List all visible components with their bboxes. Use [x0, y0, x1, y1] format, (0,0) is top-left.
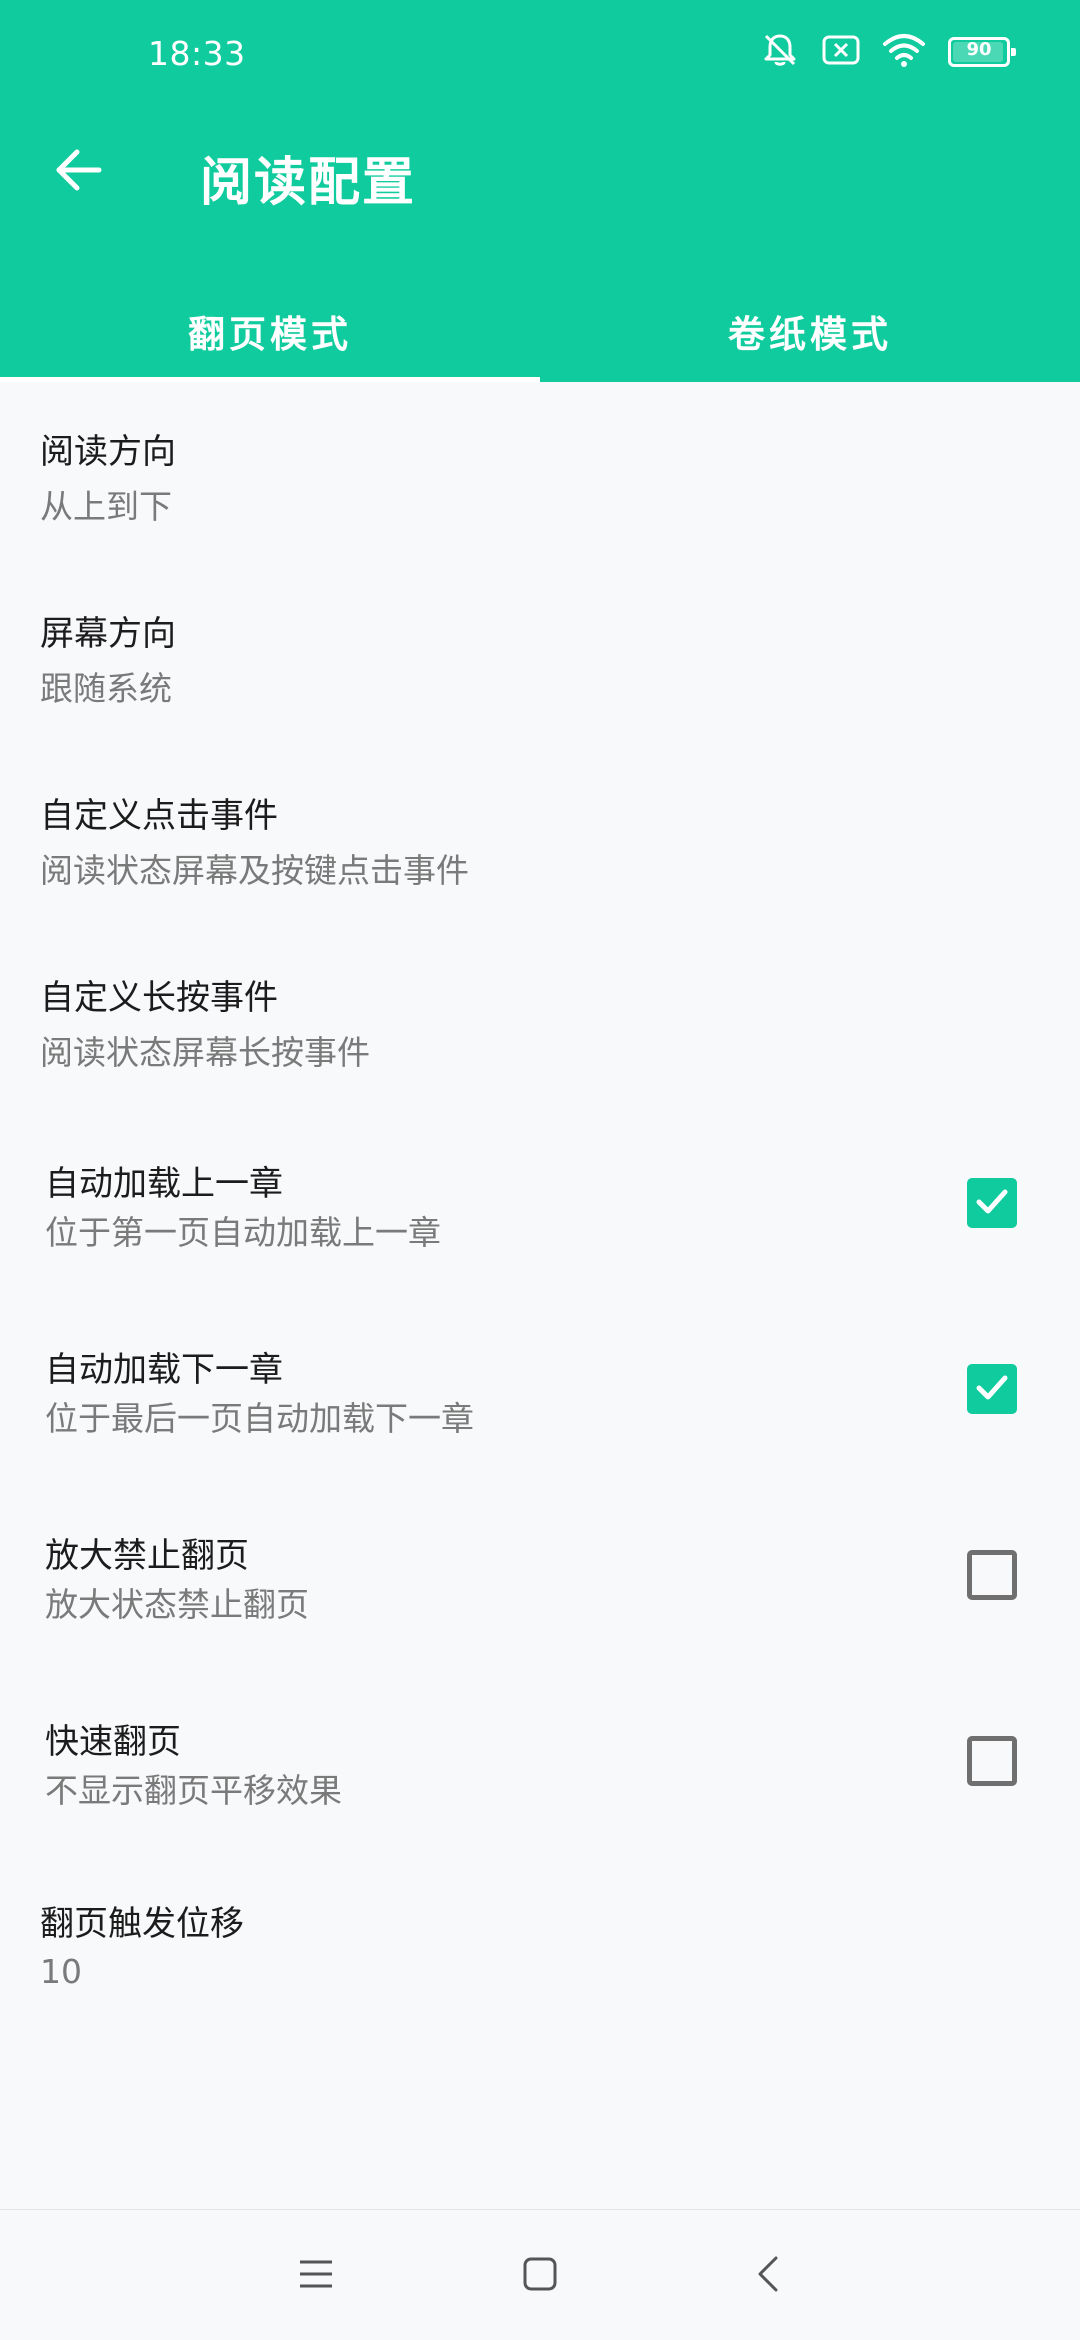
system-nav-bar: [0, 2209, 1080, 2340]
setting-custom-click-events[interactable]: 自定义点击事件 阅读状态屏幕及按键点击事件: [0, 746, 1080, 928]
wifi-icon: [882, 32, 926, 72]
setting-screen-orientation[interactable]: 屏幕方向 跟随系统: [0, 564, 1080, 746]
home-button[interactable]: [510, 2246, 570, 2306]
setting-summary: 放大状态禁止翻页: [45, 1585, 309, 1624]
setting-summary: 位于第一页自动加载上一章: [45, 1213, 441, 1252]
auto-load-previous-checkbox[interactable]: [967, 1178, 1017, 1228]
tab-scroll-mode[interactable]: 卷纸模式: [540, 280, 1080, 382]
setting-summary: 阅读状态屏幕长按事件: [40, 1033, 370, 1072]
menu-icon: [298, 2258, 334, 2294]
setting-title: 放大禁止翻页: [45, 1536, 249, 1576]
fast-page-turn-checkbox[interactable]: [967, 1736, 1017, 1786]
back-button[interactable]: [38, 132, 118, 212]
page-title: 阅读配置: [200, 153, 417, 213]
settings-list: 阅读方向 从上到下 屏幕方向 跟随系统 自定义点击事件 阅读状态屏幕及按键点击事…: [0, 382, 1080, 2036]
system-back-button[interactable]: [738, 2246, 798, 2306]
menu-button[interactable]: [286, 2246, 346, 2306]
setting-value: 10: [40, 1952, 82, 1991]
arrow-left-icon: [53, 145, 103, 199]
tab-label: 卷纸模式: [728, 313, 892, 356]
app-header: 18:33 90 阅读配置 翻页模式 卷纸模式: [0, 0, 1080, 382]
battery-icon: 90: [948, 37, 1016, 67]
status-icons: 90: [760, 30, 1016, 74]
setting-auto-load-previous-chapter[interactable]: 自动加载上一章 位于第一页自动加载上一章: [0, 1110, 1080, 1296]
setting-title: 翻页触发位移: [40, 1904, 244, 1944]
tab-bar: 翻页模式 卷纸模式: [0, 280, 1080, 382]
tab-label: 翻页模式: [188, 313, 352, 356]
setting-summary: 阅读状态屏幕及按键点击事件: [40, 851, 469, 890]
checkmark-icon: [973, 1368, 1011, 1410]
setting-title: 屏幕方向: [40, 614, 176, 654]
setting-title: 自动加载上一章: [45, 1164, 283, 1204]
setting-title: 自定义点击事件: [40, 796, 278, 836]
disable-turn-when-zoomed-checkbox[interactable]: [967, 1550, 1017, 1600]
back-chevron-icon: [756, 2254, 780, 2298]
setting-custom-long-press-events[interactable]: 自定义长按事件 阅读状态屏幕长按事件: [0, 928, 1080, 1110]
setting-fast-page-turn[interactable]: 快速翻页 不显示翻页平移效果: [0, 1668, 1080, 1854]
sim-x-icon: [822, 34, 860, 70]
setting-summary: 位于最后一页自动加载下一章: [45, 1399, 474, 1438]
setting-title: 阅读方向: [40, 432, 176, 472]
auto-load-next-checkbox[interactable]: [967, 1364, 1017, 1414]
setting-title: 快速翻页: [45, 1722, 181, 1762]
setting-title: 自定义长按事件: [40, 978, 278, 1018]
setting-title: 自动加载下一章: [45, 1350, 283, 1390]
setting-read-direction[interactable]: 阅读方向 从上到下: [0, 382, 1080, 564]
checkmark-icon: [973, 1182, 1011, 1224]
setting-summary: 不显示翻页平移效果: [45, 1771, 342, 1810]
setting-page-turn-trigger-offset[interactable]: 翻页触发位移 10: [0, 1854, 1080, 2036]
battery-level: 90: [966, 39, 992, 60]
bell-muted-icon: [760, 30, 800, 74]
setting-summary: 跟随系统: [40, 669, 172, 708]
setting-auto-load-next-chapter[interactable]: 自动加载下一章 位于最后一页自动加载下一章: [0, 1296, 1080, 1482]
home-square-icon: [522, 2256, 558, 2296]
setting-summary: 从上到下: [40, 487, 172, 526]
tab-page-turn-mode[interactable]: 翻页模式: [0, 280, 540, 382]
status-time: 18:33: [148, 34, 246, 73]
setting-disable-turn-when-zoomed[interactable]: 放大禁止翻页 放大状态禁止翻页: [0, 1482, 1080, 1668]
